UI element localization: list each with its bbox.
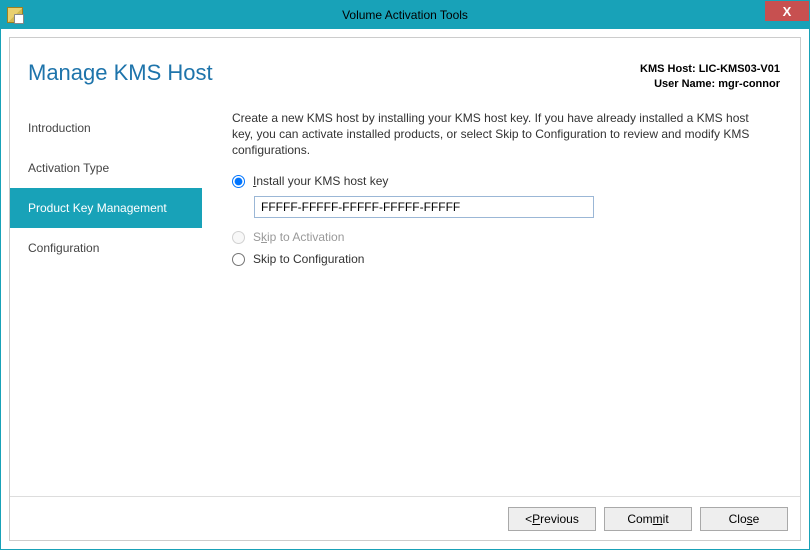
option-skip-activation: Skip to Activation	[232, 230, 778, 244]
app-icon	[7, 7, 23, 23]
host-info: KMS Host: LIC-KMS03-V01 User Name: mgr-c…	[640, 62, 780, 92]
window-title: Volume Activation Tools	[342, 8, 468, 22]
wizard-panel: Manage KMS Host KMS Host: LIC-KMS03-V01 …	[9, 37, 801, 541]
body-row: Introduction Activation Type Product Key…	[10, 102, 800, 496]
option-skip-configuration[interactable]: Skip to Configuration	[232, 252, 778, 266]
sidebar-item-product-key-management[interactable]: Product Key Management	[10, 188, 202, 228]
header-row: Manage KMS Host KMS Host: LIC-KMS03-V01 …	[10, 38, 800, 102]
commit-button[interactable]: Commit	[604, 507, 692, 531]
option-skip-activation-label: Skip to Activation	[253, 230, 344, 244]
window-frame: Volume Activation Tools X Manage KMS Hos…	[0, 0, 810, 550]
radio-skip-configuration[interactable]	[232, 253, 245, 266]
close-button[interactable]: X	[765, 1, 809, 21]
instructions-text: Create a new KMS host by installing your…	[232, 110, 772, 159]
sidebar-item-label: Product Key Management	[28, 201, 167, 215]
close-icon: X	[783, 4, 792, 19]
wizard-footer: < Previous Commit Close	[10, 496, 800, 540]
radio-skip-activation	[232, 231, 245, 244]
option-install-key-label: Install your KMS host key	[253, 174, 388, 188]
kms-host-key-input[interactable]	[254, 196, 594, 218]
sidebar-item-label: Activation Type	[28, 161, 109, 175]
option-install-key[interactable]: Install your KMS host key	[232, 174, 778, 188]
kms-host-line: KMS Host: LIC-KMS03-V01	[640, 62, 780, 77]
option-skip-configuration-label: Skip to Configuration	[253, 252, 364, 266]
sidebar-item-label: Configuration	[28, 241, 99, 255]
previous-button[interactable]: < Previous	[508, 507, 596, 531]
titlebar: Volume Activation Tools X	[1, 1, 809, 29]
radio-install-key[interactable]	[232, 175, 245, 188]
sidebar-item-introduction[interactable]: Introduction	[10, 108, 202, 148]
user-name-line: User Name: mgr-connor	[640, 77, 780, 92]
sidebar-item-activation-type[interactable]: Activation Type	[10, 148, 202, 188]
page-title: Manage KMS Host	[28, 60, 640, 86]
sidebar-item-configuration[interactable]: Configuration	[10, 228, 202, 268]
close-wizard-button[interactable]: Close	[700, 507, 788, 531]
key-input-container	[254, 196, 778, 218]
sidebar-item-label: Introduction	[28, 121, 91, 135]
sidebar: Introduction Activation Type Product Key…	[10, 102, 202, 496]
client-area: Manage KMS Host KMS Host: LIC-KMS03-V01 …	[1, 29, 809, 549]
main-content: Create a new KMS host by installing your…	[202, 102, 800, 496]
